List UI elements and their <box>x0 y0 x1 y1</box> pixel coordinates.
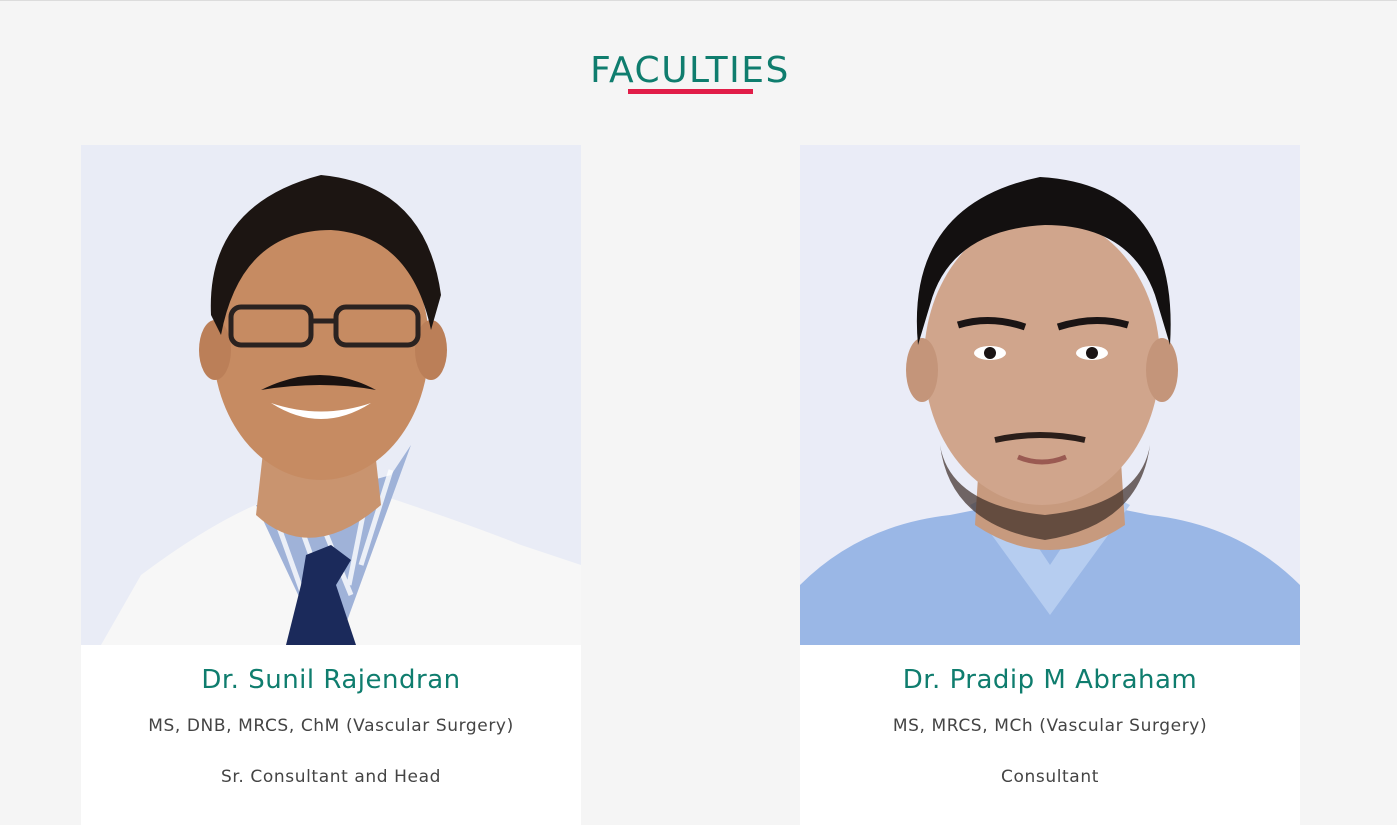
doctor-portrait-icon <box>81 145 581 645</box>
section-title: FACULTIES <box>590 49 790 91</box>
title-underline <box>628 89 753 94</box>
doctor-portrait-icon <box>800 145 1300 645</box>
faculty-photo <box>81 145 581 645</box>
faculty-role: Consultant <box>1001 767 1099 787</box>
faculty-photo <box>800 145 1300 645</box>
faculty-role: Sr. Consultant and Head <box>221 767 441 787</box>
faculty-card[interactable]: Dr. Sunil Rajendran MS, DNB, MRCS, ChM (… <box>81 145 581 825</box>
faculty-name[interactable]: Dr. Sunil Rajendran <box>81 665 581 695</box>
faculty-name[interactable]: Dr. Pradip M Abraham <box>800 665 1300 695</box>
faculty-qualifications: MS, MRCS, MCh (Vascular Surgery) <box>892 716 1208 736</box>
faculty-qualifications: MS, DNB, MRCS, ChM (Vascular Surgery) <box>148 716 514 736</box>
top-divider <box>0 0 1397 1</box>
faculty-card[interactable]: Dr. Pradip M Abraham MS, MRCS, MCh (Vasc… <box>800 145 1300 825</box>
